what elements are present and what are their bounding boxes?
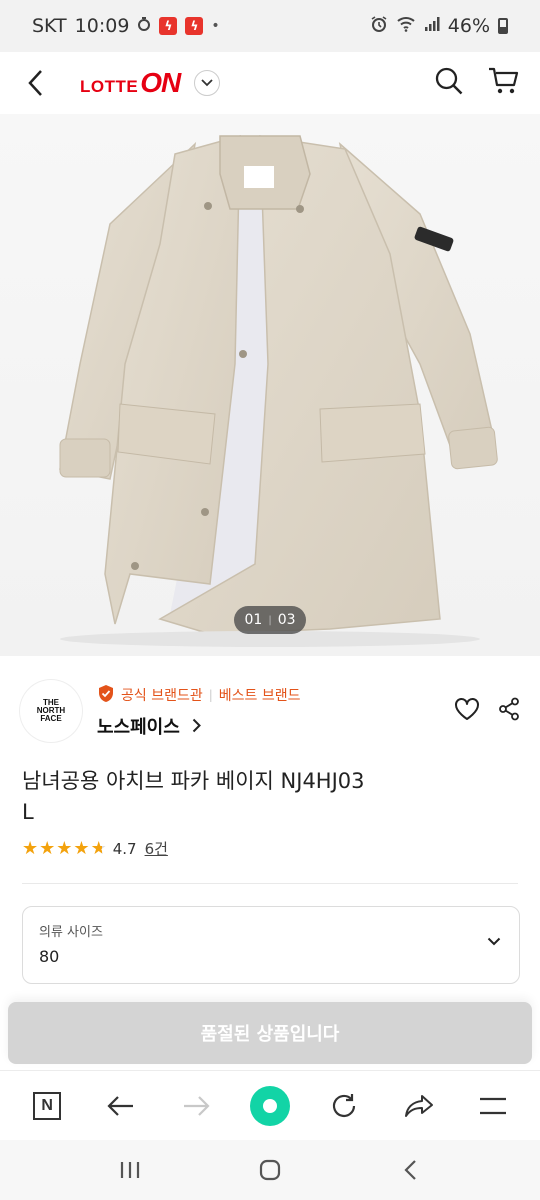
back-nav-icon	[404, 1160, 416, 1180]
rating-stars: ★ ★ ★ ★ ★	[22, 837, 107, 859]
shield-check-icon	[97, 684, 115, 707]
home-circle-icon	[249, 1085, 290, 1126]
logo-on: ON	[140, 67, 181, 98]
wishlist-button[interactable]	[454, 697, 480, 725]
share-button[interactable]	[498, 697, 520, 725]
arrow-right-icon	[183, 1095, 210, 1116]
product-title-line1: 남녀공용 아치브 파카 베이지 NJ4HJ03	[22, 769, 365, 793]
hamburger-menu-icon	[479, 1097, 506, 1114]
rating-row: ★ ★ ★ ★ ★ 4.7 6건	[22, 838, 168, 859]
star-icon: ★	[73, 837, 90, 859]
brand-logo-text-3: FACE	[40, 714, 62, 723]
product-actions	[454, 697, 520, 725]
rating-value: 4.7	[112, 839, 137, 858]
share-icon	[499, 697, 519, 721]
browser-home-button[interactable]	[248, 1084, 292, 1128]
browser-refresh-button[interactable]	[322, 1084, 366, 1128]
image-counter-total: 03	[277, 612, 296, 628]
product-title: 남녀공용 아치브 파카 베이지 NJ4HJ03 L	[22, 766, 482, 828]
battery-icon	[498, 18, 508, 34]
search-button[interactable]	[434, 66, 464, 100]
section-divider	[22, 883, 518, 884]
signal-icon	[424, 15, 440, 37]
alarm-status-icon	[137, 15, 151, 37]
chevron-left-icon	[28, 70, 42, 96]
app-header: LOTTE ON	[0, 52, 540, 114]
alarm-icon	[370, 15, 388, 38]
wifi-icon	[396, 15, 416, 37]
carrier: SKT	[32, 15, 67, 37]
image-counter-current: 01	[244, 612, 263, 628]
product-image-carousel[interactable]: 01 | 03	[0, 114, 540, 656]
brand-row: THE NORTH FACE 공식 브랜드관 | 베스트 브랜드 노스페이스	[20, 676, 520, 746]
chevron-right-icon	[192, 718, 201, 733]
chevron-down-icon	[201, 79, 213, 87]
naver-button[interactable]: N	[25, 1084, 69, 1128]
home-nav-button[interactable]	[240, 1150, 300, 1190]
product-photo-coat	[59, 135, 498, 647]
badge-separator: |	[208, 688, 213, 702]
size-select-label: 의류 사이즈	[39, 925, 103, 940]
star-icon: ★	[56, 837, 73, 859]
recent-apps-button[interactable]	[100, 1150, 160, 1190]
brand-badges: 공식 브랜드관 | 베스트 브랜드	[97, 684, 301, 707]
recent-apps-icon	[120, 1162, 140, 1178]
refresh-icon	[333, 1093, 356, 1117]
clock: 10:09	[74, 15, 130, 37]
north-face-logo: THE NORTH FACE	[37, 699, 65, 723]
cart-icon	[489, 67, 519, 94]
star-partial-icon: ★	[90, 837, 107, 859]
size-select[interactable]: 의류 사이즈 80	[22, 906, 520, 984]
lightning-notification-icon-2: ϟ	[185, 17, 204, 35]
android-nav-bar	[0, 1140, 540, 1200]
browser-menu-button[interactable]	[471, 1084, 515, 1128]
brand-logo[interactable]: THE NORTH FACE	[20, 680, 82, 742]
star-icon: ★	[39, 837, 56, 859]
service-dropdown-button[interactable]	[194, 70, 221, 96]
lightning-notification-icon: ϟ	[159, 17, 178, 35]
image-counter: 01 | 03	[234, 606, 306, 634]
star-icon: ★	[22, 837, 39, 859]
badge-official-brand: 공식 브랜드관	[121, 688, 203, 704]
heart-icon	[455, 698, 479, 720]
back-button[interactable]	[20, 63, 50, 103]
size-select-value: 80	[39, 947, 60, 966]
status-bar: SKT 10:09 ϟ ϟ • 46%	[0, 0, 540, 52]
back-nav-button[interactable]	[380, 1150, 440, 1190]
product-title-line2: L	[22, 800, 34, 824]
review-count-link[interactable]: 6건	[145, 838, 168, 859]
search-icon	[435, 67, 463, 95]
header-actions	[434, 66, 520, 100]
status-left: SKT 10:09 ϟ ϟ •	[32, 15, 220, 37]
badge-best-brand: 베스트 브랜드	[218, 688, 301, 704]
browser-share-button[interactable]	[397, 1084, 441, 1128]
home-nav-icon	[259, 1159, 281, 1181]
lotteon-logo[interactable]: LOTTE ON	[80, 67, 181, 99]
more-notifications-dot: •	[211, 18, 220, 34]
sold-out-button[interactable]: 품절된 상품입니다	[8, 1002, 532, 1064]
naver-n-icon: N	[33, 1091, 62, 1120]
cart-button[interactable]	[488, 66, 520, 100]
image-counter-separator: |	[268, 614, 272, 626]
status-right: 46%	[370, 15, 508, 38]
logo-lotte: LOTTE	[80, 77, 139, 96]
brand-name: 노스페이스	[97, 716, 180, 738]
arrow-left-icon	[107, 1095, 134, 1116]
browser-back-button[interactable]	[99, 1084, 143, 1128]
battery-percent: 46%	[447, 15, 490, 37]
share-arrow-icon	[404, 1094, 433, 1117]
brand-info: 공식 브랜드관 | 베스트 브랜드 노스페이스	[97, 684, 301, 739]
browser-toolbar: N	[0, 1070, 540, 1140]
chevron-down-icon	[487, 937, 501, 946]
brand-name-link[interactable]: 노스페이스	[97, 713, 301, 739]
browser-forward-button[interactable]	[174, 1084, 218, 1128]
